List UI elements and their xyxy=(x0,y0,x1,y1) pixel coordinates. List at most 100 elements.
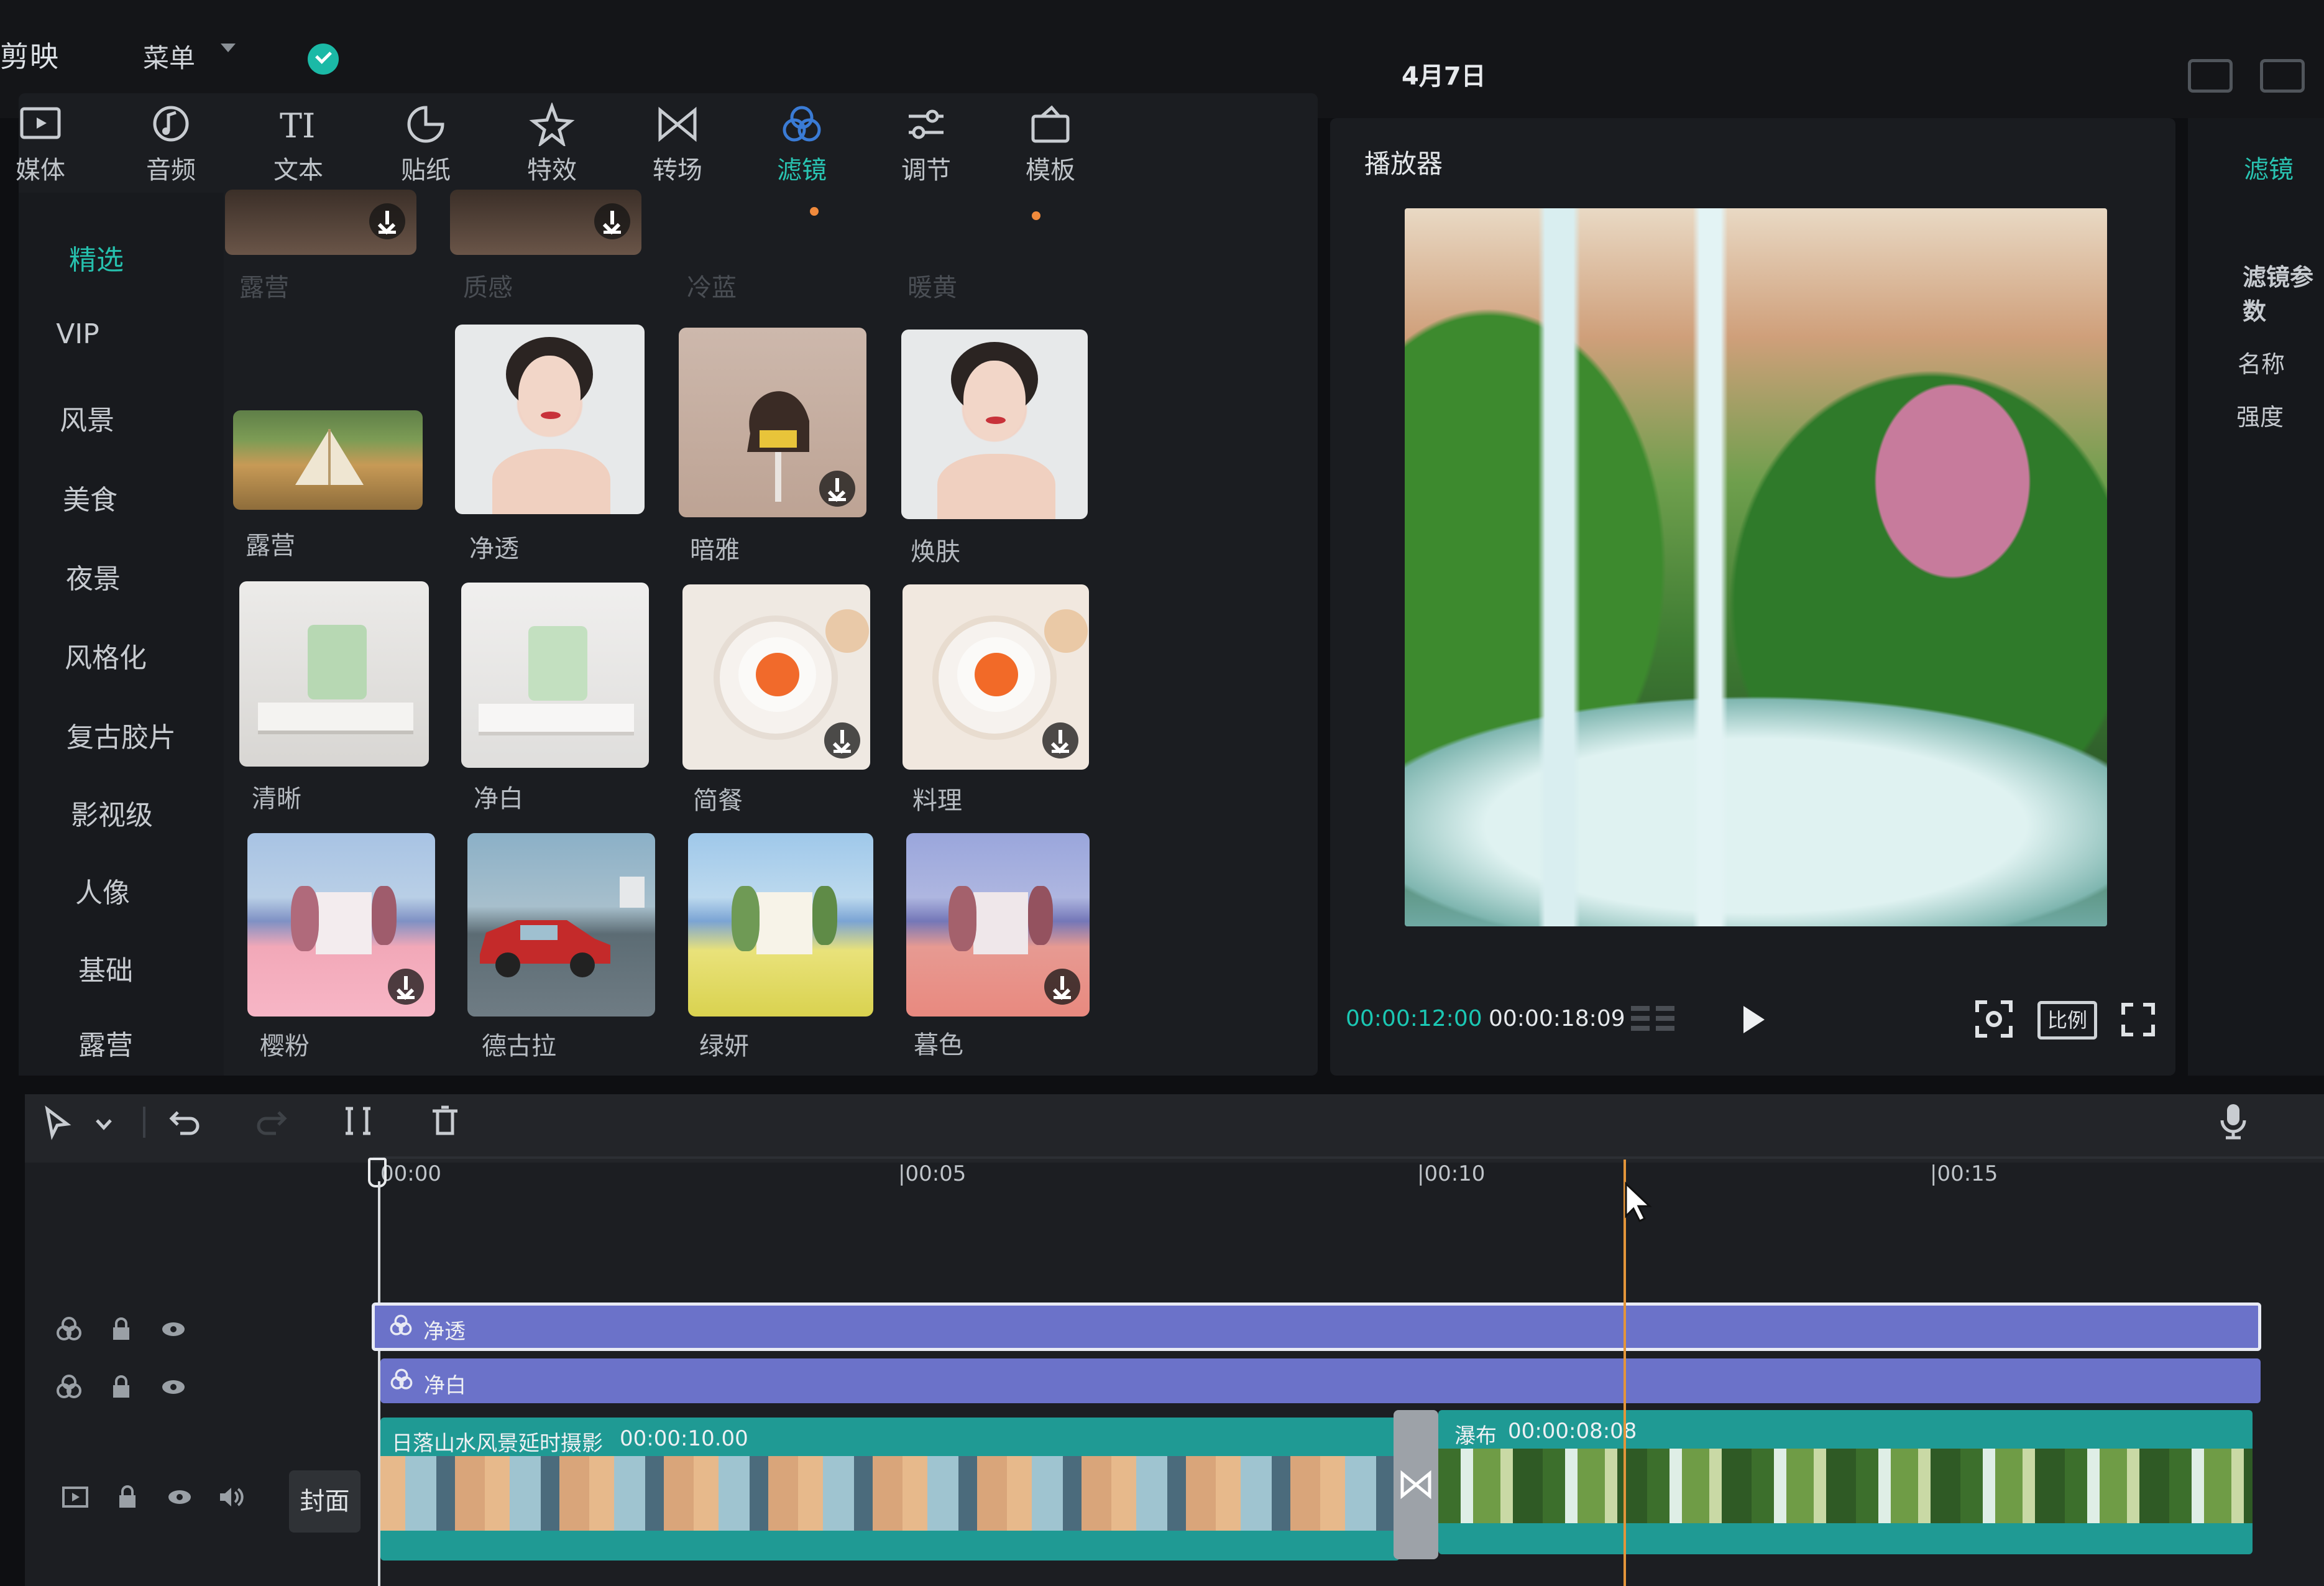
filter-thumbnail-cuisine[interactable] xyxy=(903,584,1089,770)
svg-text:TI: TI xyxy=(280,106,315,145)
clip-duration: 00:00:08:08 xyxy=(1508,1419,1637,1444)
field-label-intensity: 强度 xyxy=(2236,403,2284,431)
sticker-icon xyxy=(407,106,444,143)
tab-label: 调节 xyxy=(901,156,951,185)
split-icon[interactable] xyxy=(341,1104,375,1138)
timeline-start-handle[interactable] xyxy=(368,1158,387,1187)
filter-clip-clear[interactable]: 净透 xyxy=(372,1302,2261,1351)
transition-handle[interactable] xyxy=(1394,1410,1438,1559)
filter-thumbnail-clear[interactable] xyxy=(455,325,645,514)
filter-track-icon xyxy=(57,1375,81,1398)
filter-label: 净透 xyxy=(469,535,519,563)
chevron-down-icon[interactable] xyxy=(221,44,236,52)
filter-clip-white[interactable]: 净白 xyxy=(380,1358,2261,1403)
sidebar-item-retro-film[interactable]: 复古胶片 xyxy=(44,715,199,755)
lock-icon[interactable] xyxy=(113,1483,142,1511)
ruler-label: |00:05 xyxy=(898,1161,967,1186)
tab-label: 滤镜 xyxy=(777,156,827,185)
tab-filter-properties[interactable]: 滤镜 xyxy=(2244,149,2294,185)
download-icon[interactable] xyxy=(1042,722,1078,758)
tab-effect[interactable]: 特效 xyxy=(502,103,602,186)
sidebar-item-cinematic[interactable]: 影视级 xyxy=(34,793,190,832)
volume-icon[interactable] xyxy=(216,1483,245,1511)
transition-icon xyxy=(1400,1470,1431,1500)
play-icon[interactable] xyxy=(1737,1002,1768,1037)
cursor-select-icon[interactable] xyxy=(42,1105,73,1140)
filter-thumbnail-green[interactable] xyxy=(688,833,873,1017)
filter-thumbnail-white[interactable] xyxy=(461,583,649,768)
effect-icon xyxy=(529,103,575,146)
download-icon[interactable] xyxy=(819,471,855,507)
filter-thumbnail-camping[interactable] xyxy=(233,410,423,510)
filter-thumbnail-dracula[interactable] xyxy=(467,833,655,1017)
filter-label: 清晰 xyxy=(252,785,301,813)
fullscreen-icon[interactable] xyxy=(2120,1001,2157,1038)
filter-thumbnail-dusk[interactable] xyxy=(906,833,1090,1017)
video-clip-waterfall[interactable]: 瀑布 00:00:08:08 xyxy=(1438,1410,2253,1554)
total-time: 00:00:18:09 xyxy=(1489,1006,1625,1031)
tab-adjust[interactable]: 调节 xyxy=(876,103,976,186)
lock-icon[interactable] xyxy=(107,1315,135,1344)
sidebar-item-featured[interactable]: 精选 xyxy=(19,237,174,277)
tab-audio[interactable]: 音频 xyxy=(121,103,221,186)
tab-text[interactable]: TI 文本 xyxy=(249,103,348,186)
microphone-icon[interactable] xyxy=(2216,1100,2251,1141)
video-preview[interactable] xyxy=(1405,208,2107,926)
delete-icon[interactable] xyxy=(428,1104,462,1138)
tent-icon xyxy=(295,429,364,485)
filter-thumbnail-dark-elegant[interactable] xyxy=(679,328,866,517)
layout-icon[interactable] xyxy=(2188,59,2233,93)
filter-thumbnail-light-meal[interactable] xyxy=(682,584,870,770)
filter-icon xyxy=(390,1314,412,1335)
lock-icon[interactable] xyxy=(107,1373,135,1401)
filter-thumbnail-sharp[interactable] xyxy=(239,581,429,767)
new-badge xyxy=(1032,211,1040,220)
transition-icon xyxy=(658,106,697,142)
sidebar-item-basic[interactable]: 基础 xyxy=(28,948,183,988)
sidebar-item-portrait[interactable]: 人像 xyxy=(25,870,180,910)
menu-button[interactable]: 菜单 xyxy=(143,37,195,75)
time-ruler[interactable] xyxy=(373,1156,2324,1159)
download-icon[interactable] xyxy=(1044,969,1080,1005)
sidebar-item-night[interactable]: 夜景 xyxy=(16,556,171,596)
template-icon xyxy=(1031,105,1070,143)
filter-label: 暗雅 xyxy=(690,536,740,565)
filter-thumbnail-sakura[interactable] xyxy=(247,833,435,1017)
eye-icon[interactable] xyxy=(159,1315,188,1344)
filter-label: 露营 xyxy=(246,532,295,560)
download-icon[interactable] xyxy=(388,969,424,1005)
download-icon[interactable] xyxy=(824,722,860,758)
window-icon[interactable] xyxy=(2260,59,2305,93)
tab-filter[interactable]: 滤镜 xyxy=(752,103,852,186)
tab-template[interactable]: 模板 xyxy=(1001,103,1100,186)
fit-screen-icon[interactable] xyxy=(1973,998,2014,1040)
tab-media[interactable]: 媒体 xyxy=(0,103,90,186)
filter-label: 冷蓝 xyxy=(687,274,737,302)
undo-icon[interactable] xyxy=(168,1104,203,1138)
clip-name: 瀑布 xyxy=(1454,1424,1497,1449)
clip-filmstrip xyxy=(1438,1449,2253,1523)
cover-button[interactable]: 封面 xyxy=(289,1470,361,1533)
sidebar-item-food[interactable]: 美食 xyxy=(12,477,168,517)
download-icon[interactable] xyxy=(369,203,405,239)
sidebar-item-vip[interactable]: VIP xyxy=(0,318,155,350)
tab-sticker[interactable]: 贴纸 xyxy=(376,103,475,186)
chevron-down-icon[interactable] xyxy=(93,1113,114,1134)
filter-clip-label: 净白 xyxy=(424,1373,466,1398)
sidebar-item-stylized[interactable]: 风格化 xyxy=(28,635,183,675)
eye-icon[interactable] xyxy=(165,1483,194,1511)
download-icon[interactable] xyxy=(594,203,630,239)
tab-transition[interactable]: 转场 xyxy=(628,103,727,186)
filter-thumbnail[interactable] xyxy=(225,190,416,255)
car-icon xyxy=(480,920,610,977)
redo-icon[interactable] xyxy=(254,1104,288,1138)
filter-thumbnail[interactable] xyxy=(450,190,641,255)
mouse-cursor-icon xyxy=(1625,1181,1652,1223)
filter-thumbnail-skin[interactable] xyxy=(901,330,1088,519)
aspect-ratio-button[interactable]: 比例 xyxy=(2037,1001,2097,1040)
video-clip-sunset[interactable]: 日落山水风景延时摄影 00:00:10.00 xyxy=(380,1418,1400,1561)
timecode-grid-icon[interactable] xyxy=(1628,1002,1678,1037)
sidebar-item-camping[interactable]: 露营 xyxy=(28,1023,183,1063)
sidebar-item-scenery[interactable]: 风景 xyxy=(9,398,165,438)
eye-icon[interactable] xyxy=(159,1373,188,1401)
